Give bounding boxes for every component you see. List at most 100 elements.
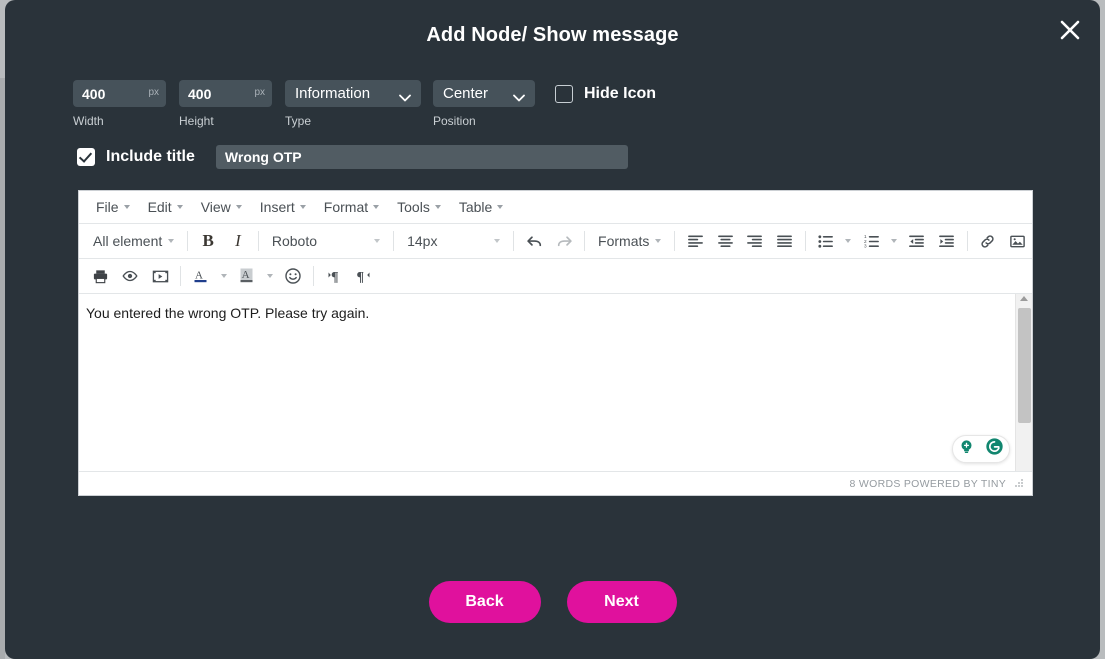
hide-icon-group: Hide Icon [555,80,656,107]
width-label: Width [73,114,166,128]
background-color-icon[interactable]: A [232,262,262,290]
font-family-select[interactable]: Roboto [264,227,388,255]
caret-down-icon [236,205,242,209]
menu-table[interactable]: Table [450,195,512,219]
dialog-header: Add Node/ Show message [5,0,1100,78]
numbered-list-icon[interactable]: 123 [856,227,886,255]
dimension-controls: px Width px Height Information Type [73,80,656,128]
next-button[interactable]: Next [567,581,677,623]
bullet-list-icon[interactable] [811,227,841,255]
font-size-select[interactable]: 14px [399,227,508,255]
menu-insert-label: Insert [260,199,295,215]
menu-format[interactable]: Format [315,195,388,219]
formats-menu[interactable]: Formats [590,227,669,255]
toolbar-divider [313,266,314,286]
align-right-icon[interactable] [740,227,770,255]
indent-icon[interactable] [932,227,962,255]
ltr-icon[interactable]: ¶ [319,262,349,290]
toolbar-divider [805,231,806,251]
caret-down-icon [497,205,503,209]
caret-down-icon [221,274,227,278]
grammarly-g-icon[interactable] [985,437,1004,461]
height-field-group: px Height [179,80,272,128]
rich-text-editor: File Edit View Insert Format Tools [78,190,1033,496]
formats-label: Formats [598,233,649,249]
caret-down-icon [374,239,380,243]
menu-view[interactable]: View [192,195,251,219]
image-icon[interactable] [1002,227,1032,255]
page-title: Add Node/ Show message [5,24,1100,47]
hide-icon-checkbox[interactable] [555,85,573,103]
italic-button[interactable]: I [223,227,253,255]
toolbar-divider [393,231,394,251]
media-icon[interactable] [145,262,175,290]
text-color-options[interactable] [216,262,232,290]
font-family-value: Roboto [272,233,317,249]
menu-edit[interactable]: Edit [139,195,192,219]
screen: Add Node/ Show message px Width px Heigh… [0,0,1105,659]
svg-text:A: A [195,270,203,282]
redo-icon[interactable] [549,227,579,255]
menu-tools[interactable]: Tools [388,195,450,219]
title-input[interactable] [216,145,628,169]
caret-down-icon [373,205,379,209]
caret-down-icon [177,205,183,209]
type-field-group: Information Type [285,80,421,128]
element-select[interactable]: All element [85,227,182,255]
italic-icon: I [235,231,241,251]
svg-text:¶: ¶ [357,270,365,285]
dialog-footer: Back Next [5,581,1100,623]
close-icon[interactable] [1052,12,1088,48]
caret-down-icon [267,274,273,278]
toolbar-divider [180,266,181,286]
menu-edit-label: Edit [148,199,172,215]
toolbar-divider [967,231,968,251]
bold-button[interactable]: B [193,227,223,255]
writing-assistant-pill[interactable] [952,435,1010,463]
position-field-group: Center Position [433,80,535,128]
numbered-list-options[interactable] [886,227,902,255]
type-select-wrap: Information [285,80,421,107]
editor-statusbar: 8 WORDS POWERED BY TINY [79,471,1032,495]
bullet-list-options[interactable] [840,227,856,255]
width-unit: px [148,87,159,98]
back-button[interactable]: Back [429,581,541,623]
height-label: Height [179,114,272,128]
type-select[interactable]: Information [285,80,421,107]
menu-insert[interactable]: Insert [251,195,315,219]
caret-down-icon [300,205,306,209]
align-justify-icon[interactable] [770,227,800,255]
include-title-row: Include title [77,145,628,169]
width-field-group: px Width [73,80,166,128]
menu-format-label: Format [324,199,368,215]
editor-toolbar-row-2: A A ¶ ¶ [79,259,1032,294]
toolbar-divider [187,231,188,251]
link-icon[interactable] [973,227,1003,255]
preview-eye-icon[interactable] [115,262,145,290]
scrollbar-thumb[interactable] [1018,308,1031,423]
lightbulb-icon[interactable] [958,438,975,460]
outdent-icon[interactable] [902,227,932,255]
editor-content-area[interactable]: You entered the wrong OTP. Please try ag… [79,294,1032,471]
scroll-up-arrow-icon[interactable] [1020,296,1028,301]
caret-down-icon [655,239,661,243]
align-left-icon[interactable] [680,227,710,255]
editor-body-text[interactable]: You entered the wrong OTP. Please try ag… [86,304,1007,323]
caret-down-icon [435,205,441,209]
print-icon[interactable] [85,262,115,290]
rtl-icon[interactable]: ¶ [349,262,379,290]
position-label: Position [433,114,535,128]
menu-view-label: View [201,199,231,215]
include-title-checkbox[interactable] [77,148,95,166]
undo-icon[interactable] [519,227,549,255]
editor-scrollbar[interactable] [1015,294,1032,471]
svg-text:3: 3 [864,243,867,249]
position-select[interactable]: Center [433,80,535,107]
background-color-options[interactable] [262,262,278,290]
menu-file[interactable]: File [87,195,139,219]
resize-grip-icon[interactable] [1015,479,1025,489]
text-color-icon[interactable]: A [186,262,216,290]
align-center-icon[interactable] [710,227,740,255]
emoticon-icon[interactable] [278,262,308,290]
caret-down-icon [494,239,500,243]
